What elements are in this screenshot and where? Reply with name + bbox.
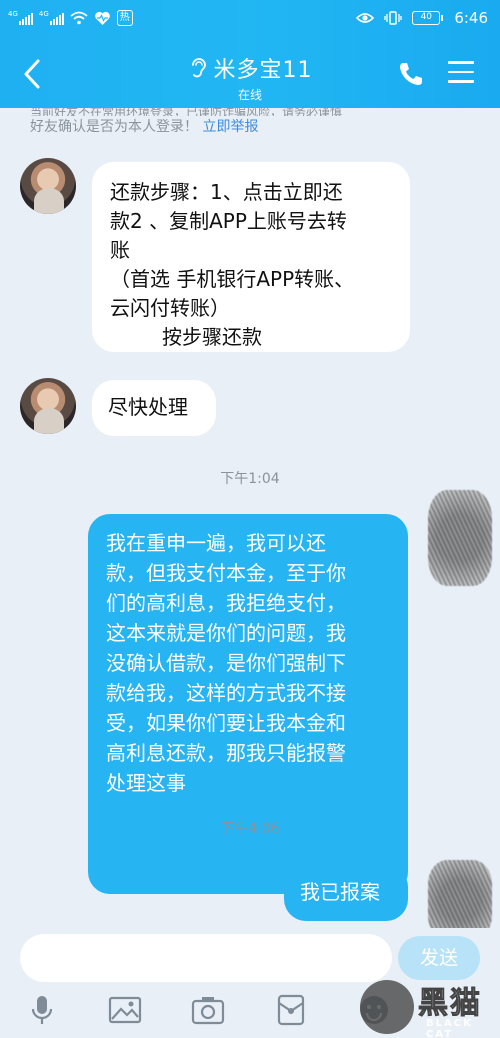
red-packet-icon[interactable] (273, 992, 309, 1028)
message-line: 这本来就是你们的问题，我 (106, 621, 346, 645)
timestamp: 下午1:04 (220, 471, 280, 487)
message-line: 款2 、复制APP上账号去转 (110, 209, 347, 233)
hot-badge: 热 (116, 10, 133, 26)
cat-logo-icon (360, 980, 414, 1034)
message-line: 没确认借款，是你们强制下 (106, 651, 346, 675)
send-button[interactable]: 发送 (398, 936, 480, 980)
network-type-2: 4G (38, 10, 49, 18)
avatar[interactable] (20, 158, 76, 214)
redacted-avatar (428, 490, 492, 586)
message-line: 还款步骤：1、点击立即还 (110, 180, 343, 204)
message-line: 高利息还款，那我只能报警 (106, 741, 346, 765)
message-line: 按步骤还款 (162, 325, 262, 349)
message-bubble-outgoing[interactable]: 我已报案 (284, 865, 408, 921)
message-line: 尽快处理 (108, 395, 188, 419)
phone-call-button[interactable] (396, 59, 426, 89)
image-icon[interactable] (107, 992, 143, 1028)
menu-button[interactable] (448, 61, 474, 85)
clock: 6:46 (454, 9, 488, 27)
redacted-avatar (428, 860, 492, 928)
heart-rate-icon (94, 11, 110, 25)
security-notice: 当前好友不在常用环境登录，已谨防诈骗风险，请务必谨慎 好友确认是否为本人登录！ … (30, 108, 470, 138)
watermark-subtext: BLACK CAT (426, 1018, 473, 1038)
message-line: 们的高利息，我拒绝支付， (106, 591, 346, 615)
contact-name[interactable]: 米多宝11 (214, 52, 313, 84)
message-line: （首选 手机银行APP转账、 (110, 267, 355, 291)
message-list[interactable]: 当前好友不在常用环境登录，已谨防诈骗风险，请务必谨慎 好友确认是否为本人登录！ … (0, 108, 500, 928)
message-line: 我在重申一遍，我可以还 (106, 531, 326, 555)
signal-icon-1: 4G (8, 11, 33, 25)
camera-icon[interactable] (190, 992, 226, 1028)
watermark-text: 黑猫 (418, 986, 482, 1022)
signal-icon-2: 4G (39, 11, 64, 25)
vibrate-icon (384, 11, 402, 25)
message-line: 款给我，这样的方式我不接 (106, 681, 346, 705)
message-bubble-incoming[interactable]: 还款步骤：1、点击立即还 款2 、复制APP上账号去转 账 （首选 手机银行AP… (92, 162, 410, 352)
message-line: 款，但我支付本金，至于你 (106, 561, 346, 585)
wifi-icon (70, 11, 88, 25)
timestamp: 下午4:06 (220, 821, 280, 837)
black-cat-watermark: 黑猫 BLACK CAT (360, 978, 500, 1038)
security-notice-clipped: 当前好友不在常用环境登录，已谨防诈骗风险，请务必谨慎 (30, 108, 343, 116)
microphone-icon[interactable] (24, 992, 60, 1028)
message-line: 我已报案 (300, 880, 380, 904)
chat-header: 4G 4G 热 40 6:46 米多宝11 在线 (0, 0, 500, 108)
ear-icon (191, 58, 206, 78)
status-bar: 4G 4G 热 40 6:46 (0, 0, 500, 38)
message-input[interactable] (20, 934, 392, 982)
eye-icon (356, 13, 375, 23)
message-line: 账 (110, 238, 130, 262)
message-bubble-incoming[interactable]: 尽快处理 (92, 380, 216, 436)
message-line: 处理这事 (106, 771, 186, 795)
message-line: 受，如果你们要让我本金和 (106, 711, 346, 735)
security-notice-text: 好友确认是否为本人登录！ (30, 119, 198, 135)
report-link[interactable]: 立即举报 (202, 119, 258, 135)
battery-indicator: 40 (412, 11, 444, 25)
avatar[interactable] (20, 378, 76, 434)
network-type-1: 4G (8, 10, 18, 18)
message-line: 云闪付转账） (110, 296, 230, 320)
